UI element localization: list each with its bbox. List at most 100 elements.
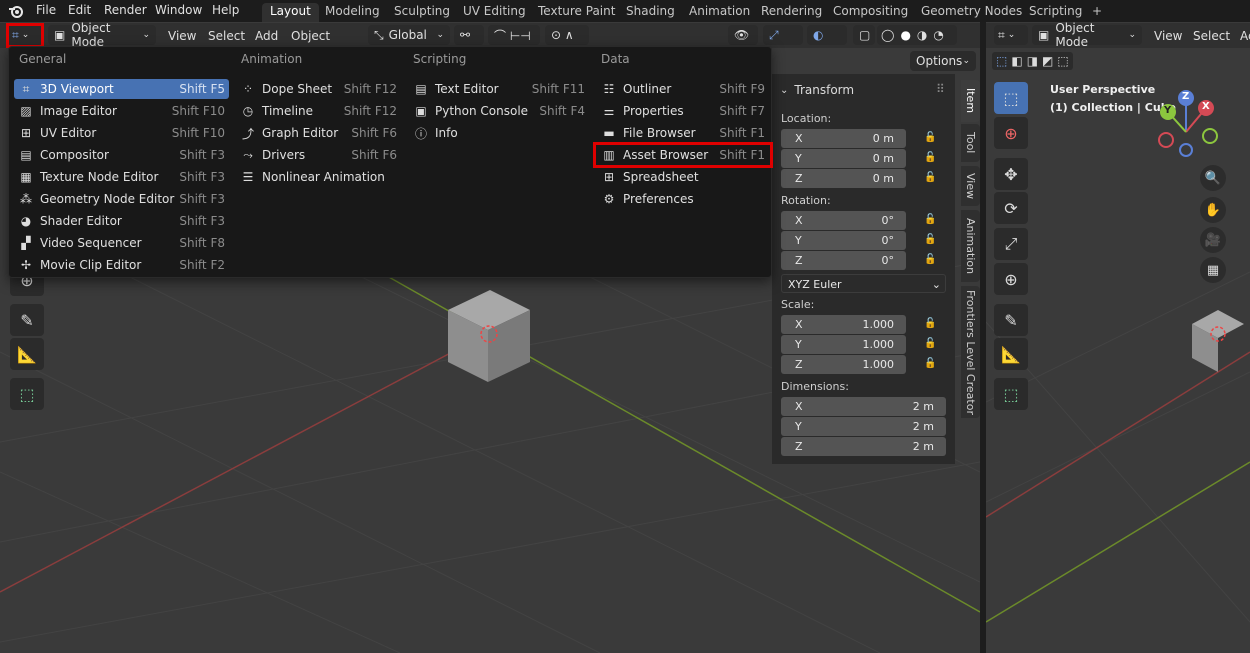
dimensions-x-field[interactable]: X 2 m bbox=[781, 397, 946, 416]
viewport-3d-secondary[interactable]: ⌗⌄ ▣Object Mode⌄ View Select Ac ⬚◧◨◩⬚ Us… bbox=[986, 21, 1250, 653]
tab-texture-paint[interactable]: Texture Paint bbox=[530, 3, 623, 22]
menu-item-graph-editor[interactable]: ⤴ Graph Editor Shift F6 bbox=[236, 123, 401, 143]
mode-dropdown[interactable]: ▣ Object Mode ⌄ bbox=[48, 21, 156, 49]
menu-item-geometry-node-editor[interactable]: ⁂ Geometry Node Editor Shift F3 bbox=[14, 189, 229, 209]
tab-animation[interactable]: Animation bbox=[681, 3, 758, 22]
camera-view-button[interactable]: 🎥 bbox=[1200, 227, 1226, 253]
menu-item-texture-node-editor[interactable]: ▦ Texture Node Editor Shift F3 bbox=[14, 167, 229, 187]
tool-annotate[interactable]: ✎ bbox=[10, 304, 44, 336]
menu-help[interactable]: Help bbox=[212, 3, 239, 17]
tab-tool[interactable]: Tool bbox=[961, 124, 980, 162]
tool-measure-secondary[interactable]: 📐 bbox=[994, 338, 1028, 370]
tool-add-cube[interactable]: ⬚ bbox=[10, 378, 44, 410]
lock-icon[interactable]: 🔓 bbox=[924, 358, 938, 370]
rotation-x-field[interactable]: X 0° bbox=[781, 211, 906, 230]
blender-logo-icon[interactable] bbox=[8, 3, 24, 19]
menu-item-file-browser[interactable]: ▬ File Browser Shift F1 bbox=[597, 123, 769, 143]
tool-move[interactable]: ✥ bbox=[994, 158, 1028, 190]
menu-item-preferences[interactable]: ⚙ Preferences bbox=[597, 189, 769, 209]
solid-icon[interactable]: ● bbox=[900, 28, 910, 42]
zoom-button[interactable]: 🔍 bbox=[1200, 165, 1226, 191]
menu-item-spreadsheet[interactable]: ⊞ Spreadsheet bbox=[597, 167, 769, 187]
tab-sculpting[interactable]: Sculpting bbox=[386, 3, 458, 22]
tool-cursor[interactable]: ⊕ bbox=[994, 117, 1028, 149]
lock-icon[interactable]: 🔓 bbox=[924, 254, 938, 266]
menu-item-timeline[interactable]: ◷ Timeline Shift F12 bbox=[236, 101, 401, 121]
lock-icon[interactable]: 🔓 bbox=[924, 234, 938, 246]
tool-annotate-secondary[interactable]: ✎ bbox=[994, 304, 1028, 336]
tab-frontiers-level-creator[interactable]: Frontiers Level Creator bbox=[961, 286, 980, 418]
menu-file[interactable]: File bbox=[36, 3, 56, 17]
tool-scale[interactable]: ⤢ bbox=[994, 228, 1028, 260]
lock-icon[interactable]: 🔓 bbox=[924, 132, 938, 144]
add-workspace-button[interactable]: + bbox=[1084, 3, 1110, 22]
lock-icon[interactable]: 🔓 bbox=[924, 338, 938, 350]
tool-measure[interactable]: 📐 bbox=[10, 338, 44, 370]
tab-modeling[interactable]: Modeling bbox=[317, 3, 388, 22]
dimensions-y-field[interactable]: Y 2 m bbox=[781, 417, 946, 436]
header-menu-select[interactable]: Select bbox=[208, 29, 245, 43]
rotation-mode-dropdown[interactable]: XYZ Euler ⌄ bbox=[781, 274, 946, 293]
lock-icon[interactable]: 🔓 bbox=[924, 152, 938, 164]
navigation-gizmo[interactable]: Z X Y bbox=[1150, 88, 1234, 162]
menu-render[interactable]: Render bbox=[104, 3, 147, 17]
editor-type-button-secondary[interactable]: ⌗ ⌄ bbox=[994, 25, 1028, 45]
lock-icon[interactable]: 🔓 bbox=[924, 172, 938, 184]
header-menu-add[interactable]: Add bbox=[255, 29, 278, 43]
tool-add-cube-secondary[interactable]: ⬚ bbox=[994, 378, 1028, 410]
scale-x-field[interactable]: X 1.000 bbox=[781, 315, 906, 334]
select-mode-buttons[interactable]: ⬚ ◧ ◨ ◩ ⬚ bbox=[992, 52, 1073, 70]
location-z-field[interactable]: Z 0 m bbox=[781, 169, 906, 188]
ortho-toggle-button[interactable]: ▦ bbox=[1200, 257, 1226, 283]
menu-window[interactable]: Window bbox=[155, 3, 202, 17]
tool-rotate[interactable]: ⟳ bbox=[994, 192, 1028, 224]
lock-icon[interactable]: 🔓 bbox=[924, 214, 938, 226]
menu-item-nonlinear-animation[interactable]: ☰ Nonlinear Animation bbox=[236, 167, 401, 187]
menu-item-text-editor[interactable]: ▤ Text Editor Shift F11 bbox=[409, 79, 589, 99]
rotation-y-field[interactable]: Y 0° bbox=[781, 231, 906, 250]
location-y-field[interactable]: Y 0 m bbox=[781, 149, 906, 168]
tab-uv-editing[interactable]: UV Editing bbox=[455, 3, 534, 22]
select-extend-icon[interactable]: ◧ bbox=[1011, 54, 1022, 68]
menu-item-outliner[interactable]: ☷ Outliner Shift F9 bbox=[597, 79, 769, 99]
scale-y-field[interactable]: Y 1.000 bbox=[781, 335, 906, 354]
rendered-icon[interactable]: ◔ bbox=[933, 28, 943, 42]
menu-item-dope-sheet[interactable]: ⁘ Dope Sheet Shift F12 bbox=[236, 79, 401, 99]
menu-edit[interactable]: Edit bbox=[68, 3, 91, 17]
transform-orientation-dropdown[interactable]: ⤡ Global ⌄ bbox=[368, 25, 450, 45]
select-subtract-icon[interactable]: ◨ bbox=[1027, 54, 1038, 68]
lock-icon[interactable]: 🔓 bbox=[924, 318, 938, 330]
xray-button[interactable]: ▢ bbox=[853, 25, 875, 45]
header-menu-add[interactable]: Ac bbox=[1240, 29, 1250, 43]
menu-item-python-console[interactable]: ▣ Python Console Shift F4 bbox=[409, 101, 589, 121]
tab-animation-sidebar[interactable]: Animation bbox=[961, 210, 980, 282]
material-icon[interactable]: ◑ bbox=[917, 28, 927, 42]
menu-item-info[interactable]: ⓘ Info bbox=[409, 123, 589, 143]
tool-select-box[interactable]: ⬚ bbox=[994, 82, 1028, 114]
menu-item-shader-editor[interactable]: ◕ Shader Editor Shift F3 bbox=[14, 211, 229, 231]
visibility-button[interactable]: 👁 bbox=[728, 25, 758, 45]
tab-shading[interactable]: Shading bbox=[618, 3, 683, 22]
scale-z-field[interactable]: Z 1.000 bbox=[781, 355, 906, 374]
shading-buttons[interactable]: ◯ ● ◑ ◔ bbox=[877, 25, 957, 45]
menu-item-properties[interactable]: ⚌ Properties Shift F7 bbox=[597, 101, 769, 121]
header-menu-view[interactable]: View bbox=[168, 29, 196, 43]
menu-item-uv-editor[interactable]: ⊞ UV Editor Shift F10 bbox=[14, 123, 229, 143]
tab-scripting[interactable]: Scripting bbox=[1021, 3, 1090, 22]
header-menu-select[interactable]: Select bbox=[1193, 29, 1230, 43]
tab-geometry-nodes[interactable]: Geometry Nodes bbox=[913, 3, 1030, 22]
drag-handle-icon[interactable]: ⠿ bbox=[936, 82, 945, 96]
tab-compositing[interactable]: Compositing bbox=[825, 3, 916, 22]
tab-layout[interactable]: Layout bbox=[262, 3, 319, 22]
select-new-icon[interactable]: ⬚ bbox=[996, 54, 1007, 68]
select-intersect-icon[interactable]: ⬚ bbox=[1057, 54, 1068, 68]
menu-item-video-sequencer[interactable]: ▞ Video Sequencer Shift F8 bbox=[14, 233, 229, 253]
proportional-edit-button[interactable]: ⊙ ∧ bbox=[545, 25, 589, 45]
tab-view[interactable]: View bbox=[961, 166, 980, 206]
mode-dropdown-secondary[interactable]: ▣ Object Mode ⌄ bbox=[1032, 21, 1142, 49]
gizmo-toggle-button[interactable]: ⤢ bbox=[763, 25, 803, 45]
transform-panel-header[interactable]: ⌄ Transform bbox=[780, 83, 854, 97]
menu-item-compositor[interactable]: ▤ Compositor Shift F3 bbox=[14, 145, 229, 165]
location-x-field[interactable]: X 0 m bbox=[781, 129, 906, 148]
rotation-z-field[interactable]: Z 0° bbox=[781, 251, 906, 270]
